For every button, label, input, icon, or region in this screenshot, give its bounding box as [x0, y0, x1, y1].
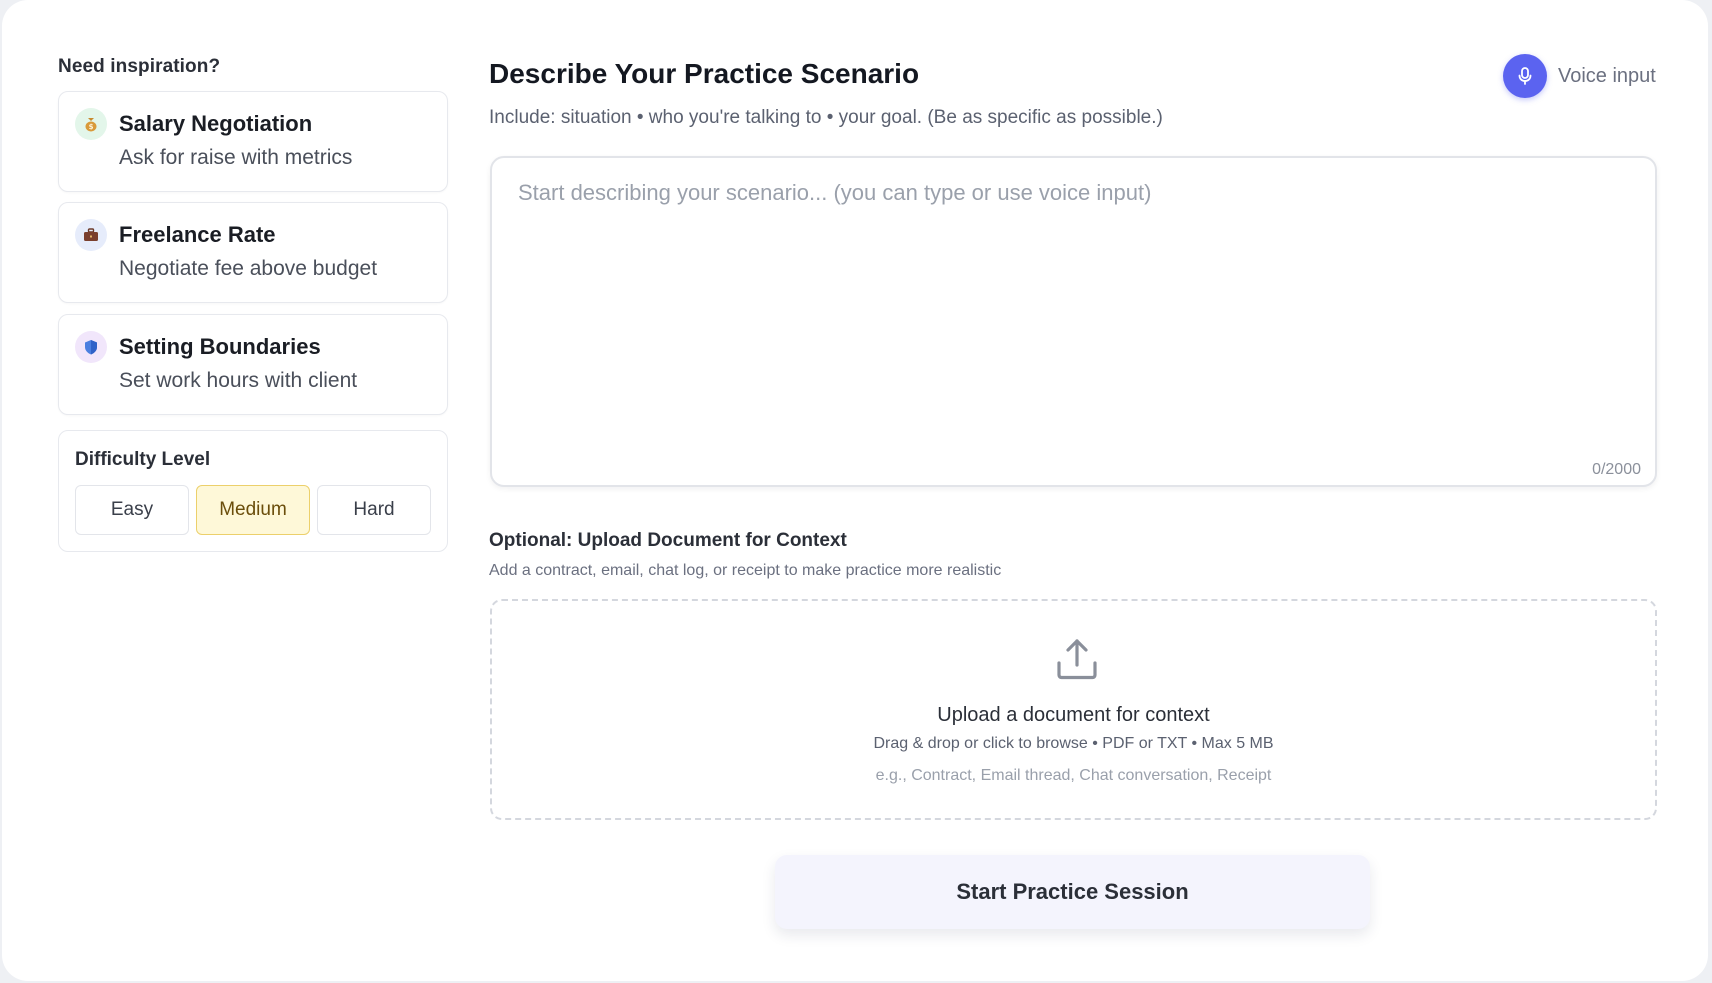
character-counter: 0/2000: [1592, 461, 1641, 478]
inspiration-panel: Need inspiration? $ Salary Negotiation A…: [58, 56, 448, 552]
suggestion-description: Set work hours with client: [119, 369, 358, 392]
shield-icon: [75, 331, 107, 363]
suggestion-title: Salary Negotiation: [119, 111, 313, 136]
difficulty-title: Difficulty Level: [75, 449, 211, 470]
page-title: Describe Your Practice Scenario: [489, 58, 920, 89]
suggestion-description: Ask for raise with metrics: [119, 146, 353, 169]
upload-icon: [1057, 639, 1097, 680]
money-bag-icon: $: [75, 108, 107, 140]
svg-text:$: $: [89, 123, 94, 131]
voice-input-label: Voice input: [1558, 64, 1656, 87]
document-dropzone[interactable]: Upload a document for context Drag & dro…: [490, 599, 1657, 820]
upload-section-subtitle: Add a contract, email, chat log, or rece…: [489, 562, 1002, 579]
microphone-icon[interactable]: [1503, 54, 1547, 98]
difficulty-medium-button[interactable]: Medium: [196, 485, 310, 535]
dropzone-title: Upload a document for context: [937, 704, 1210, 726]
upload-section-title: Optional: Upload Document for Context: [489, 530, 847, 551]
difficulty-panel: Difficulty Level Easy Medium Hard: [58, 430, 448, 552]
scenario-textarea[interactable]: [492, 158, 1655, 485]
briefcase-icon: [75, 219, 107, 251]
dropzone-examples: e.g., Contract, Email thread, Chat conve…: [875, 767, 1272, 784]
suggestion-title: Freelance Rate: [119, 222, 276, 247]
start-practice-session-button[interactable]: Start Practice Session: [775, 855, 1370, 929]
suggestion-salary-negotiation[interactable]: $ Salary Negotiation Ask for raise with …: [58, 91, 448, 192]
difficulty-hard-button[interactable]: Hard: [317, 485, 431, 535]
suggestion-freelance-rate[interactable]: Freelance Rate Negotiate fee above budge…: [58, 202, 448, 303]
voice-input-button[interactable]: Voice input: [1503, 54, 1656, 98]
inspiration-title: Need inspiration?: [58, 56, 221, 77]
page-subtitle: Include: situation • who you're talking …: [489, 107, 1163, 128]
dropzone-subtitle: Drag & drop or click to browse • PDF or …: [873, 735, 1274, 752]
suggestion-title: Setting Boundaries: [119, 334, 321, 359]
difficulty-easy-button[interactable]: Easy: [75, 485, 189, 535]
scenario-card: Need inspiration? $ Salary Negotiation A…: [2, 0, 1708, 981]
scenario-input-container: 0/2000: [490, 156, 1657, 487]
suggestion-description: Negotiate fee above budget: [119, 257, 378, 280]
suggestion-setting-boundaries[interactable]: Setting Boundaries Set work hours with c…: [58, 314, 448, 415]
